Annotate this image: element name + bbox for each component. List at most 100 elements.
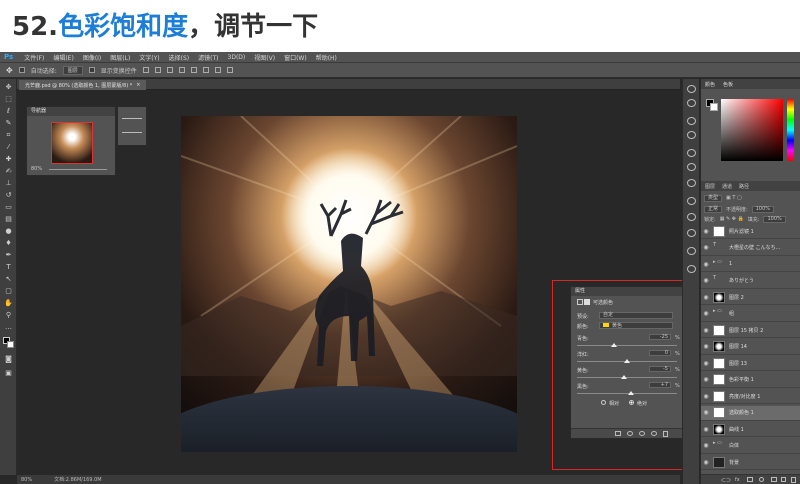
info-icon[interactable] <box>122 127 142 133</box>
eye-icon[interactable]: ◉ <box>701 393 711 400</box>
blur-tool-icon[interactable]: ● <box>4 227 13 235</box>
fill-input[interactable]: 100% <box>763 215 786 223</box>
properties-icon[interactable] <box>687 247 696 255</box>
eye-icon[interactable]: ◉ <box>701 277 711 284</box>
layer-row[interactable]: ◉ ▸ ▭ 白体 <box>701 439 800 454</box>
tab-color[interactable]: 颜色 <box>705 81 715 88</box>
status-zoom[interactable]: 80% <box>21 477 32 483</box>
menu-view[interactable]: 视图(V) <box>254 53 275 62</box>
navigator-thumbnail[interactable] <box>51 122 93 164</box>
layer-row[interactable]: ◉ T 大橙星の壁 こんなち... <box>701 241 800 256</box>
brush-tool-icon[interactable]: ✍ <box>4 167 13 175</box>
lock-icons[interactable]: ▦ ✎ ✥ 🔒 <box>720 216 744 222</box>
menu-help[interactable]: 帮助(H) <box>316 53 337 62</box>
crop-tool-icon[interactable]: ⌗ <box>4 131 13 139</box>
hand-tool-icon[interactable]: ✋ <box>4 299 13 307</box>
new-adjustment-icon[interactable] <box>759 477 764 482</box>
eye-icon[interactable]: ◉ <box>701 459 711 466</box>
distribute-icon[interactable] <box>214 67 221 73</box>
zoom-tool-icon[interactable]: ⚲ <box>4 311 13 319</box>
history-brush-icon[interactable]: ↺ <box>4 191 13 199</box>
new-group-icon[interactable] <box>771 477 777 482</box>
menu-edit[interactable]: 编辑(E) <box>53 53 73 62</box>
hue-slider[interactable] <box>787 99 794 161</box>
auto-select-target-dropdown[interactable]: 图层 <box>62 65 83 75</box>
eyedropper-tool-icon[interactable]: ⁄ <box>4 143 13 151</box>
pen-tool-icon[interactable]: ✒ <box>4 251 13 259</box>
healing-brush-icon[interactable]: ✚ <box>4 155 13 163</box>
brush-presets-icon[interactable] <box>687 117 696 125</box>
align-center-icon[interactable] <box>190 67 197 73</box>
show-transform-checkbox[interactable] <box>88 67 95 73</box>
layer-row[interactable]: ◉ 照片滤镜 1 <box>701 224 800 239</box>
align-left-icon[interactable] <box>178 67 185 73</box>
lasso-tool-icon[interactable]: ℓ <box>4 107 13 115</box>
delete-layer-icon[interactable] <box>791 477 796 483</box>
layer-row[interactable]: ◉ T ありがとう <box>701 274 800 289</box>
type-tool-icon[interactable]: T <box>4 263 13 271</box>
tab-layers[interactable]: 图层 <box>705 183 715 190</box>
menu-window[interactable]: 窗口(W) <box>284 53 307 62</box>
layer-row[interactable]: ◉ 曲线 1 <box>701 422 800 437</box>
eye-icon[interactable]: ◉ <box>701 343 711 350</box>
layer-row[interactable]: ◉ 图层 13 <box>701 356 800 371</box>
screen-mode-icon[interactable]: ▣ <box>4 369 13 377</box>
filter-icons[interactable]: ▣ T ▢ <box>726 195 742 201</box>
history-icon[interactable] <box>687 99 696 107</box>
character-icon[interactable] <box>687 149 696 157</box>
navigator-zoom[interactable]: 80% <box>31 166 42 172</box>
layer-row[interactable]: ◉ 色彩平衡 1 <box>701 373 800 388</box>
eye-icon[interactable]: ◉ <box>701 409 711 416</box>
styles-icon[interactable] <box>687 213 696 221</box>
path-select-icon[interactable]: ↖ <box>4 275 13 283</box>
marquee-tool-icon[interactable]: ⬚ <box>4 95 13 103</box>
document-canvas[interactable] <box>181 116 517 452</box>
new-layer-icon[interactable] <box>781 477 786 482</box>
document-tab[interactable]: 光芒鹿.psd @ 80% (选取颜色 1, 图层蒙版/8) * × <box>19 80 147 90</box>
move-tool-icon[interactable]: ✥ <box>4 83 13 91</box>
swatches-icon[interactable] <box>687 265 696 273</box>
align-top-icon[interactable] <box>142 67 149 73</box>
menu-image[interactable]: 图像(I) <box>83 53 101 62</box>
navigator-zoom-slider[interactable] <box>49 169 107 170</box>
eye-icon[interactable]: ◉ <box>701 261 711 268</box>
eye-icon[interactable]: ◉ <box>701 426 711 433</box>
eye-icon[interactable]: ◉ <box>701 376 711 383</box>
3d-mode-icon[interactable] <box>226 67 233 73</box>
dodge-tool-icon[interactable]: ♦ <box>4 239 13 247</box>
filter-kind-dropdown[interactable]: 类型 <box>704 194 723 202</box>
clone-source-icon[interactable] <box>687 131 696 139</box>
align-bottom-icon[interactable] <box>166 67 173 73</box>
menu-layer[interactable]: 图层(L) <box>110 53 130 62</box>
tab-channels[interactable]: 通道 <box>722 183 732 190</box>
align-middle-icon[interactable] <box>154 67 161 73</box>
link-layers-icon[interactable]: ⊂⊃ <box>721 477 731 484</box>
layer-row[interactable]: ◉ 图层 14 <box>701 340 800 355</box>
menu-file[interactable]: 文件(F) <box>24 53 44 62</box>
eye-icon[interactable]: ◉ <box>701 294 711 301</box>
auto-select-checkbox[interactable] <box>18 67 25 73</box>
eraser-tool-icon[interactable]: ▭ <box>4 203 13 211</box>
more-tools-icon[interactable]: … <box>4 323 13 331</box>
color-field[interactable] <box>721 99 783 161</box>
gradient-tool-icon[interactable]: ▤ <box>4 215 13 223</box>
shape-tool-icon[interactable]: ▢ <box>4 287 13 295</box>
opacity-input[interactable]: 100% <box>751 205 774 213</box>
menu-filter[interactable]: 滤镜(T) <box>198 53 218 62</box>
layer-row[interactable]: ◉ ▸ ▭ 1 <box>701 257 800 272</box>
menu-select[interactable]: 选择(S) <box>169 53 190 62</box>
layer-row[interactable]: ◉ 图层 15 拷贝 2 <box>701 323 800 338</box>
layer-comps-icon[interactable] <box>687 229 696 237</box>
info-icon[interactable] <box>687 85 696 93</box>
close-icon[interactable]: × <box>136 82 140 88</box>
eye-icon[interactable]: ◉ <box>701 327 711 334</box>
fx-icon[interactable]: fx <box>735 477 740 483</box>
eye-icon[interactable]: ◉ <box>701 360 711 367</box>
adjustments-icon[interactable] <box>687 197 696 205</box>
align-right-icon[interactable] <box>202 67 209 73</box>
add-mask-icon[interactable] <box>747 477 753 482</box>
paragraph-icon[interactable] <box>687 163 696 171</box>
tab-swatches[interactable]: 色板 <box>723 81 733 88</box>
3d-icon[interactable] <box>687 179 696 187</box>
stamp-tool-icon[interactable]: ⊥ <box>4 179 13 187</box>
